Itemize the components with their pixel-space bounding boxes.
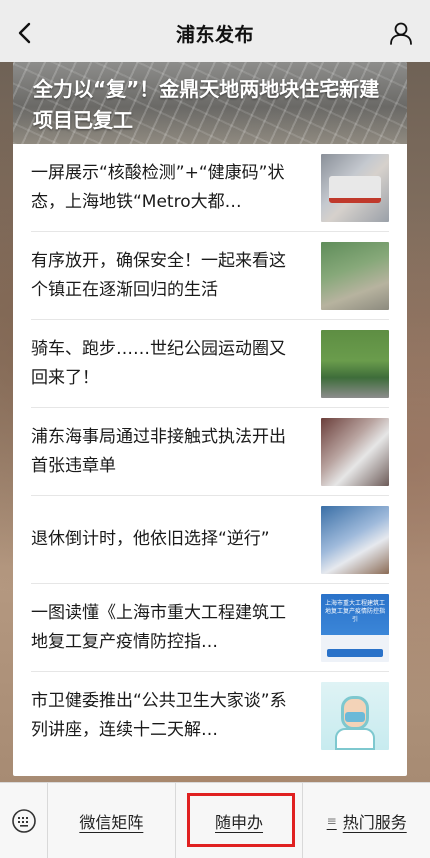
chevron-left-icon — [18, 22, 31, 44]
list-item[interactable]: 市卫健委推出“公共卫生大家谈”系列讲座，连续十二天解… — [31, 672, 389, 760]
menu-label: 随申办 — [215, 812, 264, 832]
face-mask — [345, 712, 365, 722]
keyboard-icon — [11, 808, 36, 833]
thumbnail-banner — [327, 648, 383, 657]
doctor-body — [335, 728, 375, 750]
menu-label: 微信矩阵 — [79, 812, 144, 832]
article-thumbnail — [321, 329, 389, 398]
menu-hot-services[interactable]: ≡ 热门服务 — [303, 783, 430, 858]
hero-title: 全力以“复”！金鼎天地两地块住宅新建项目已复工 — [33, 77, 380, 132]
hero-article[interactable]: 全力以“复”！金鼎天地两地块住宅新建项目已复工 — [13, 62, 407, 144]
page-title: 浦东发布 — [175, 23, 254, 46]
menu-weixin-matrix[interactable]: 微信矩阵 — [48, 782, 176, 858]
list-item[interactable]: 一图读懂《上海市重大工程建筑工地复工复产疫情防控指… 上海市重大工程建筑工地复工… — [31, 584, 389, 672]
list-item[interactable]: 有序放开，确保安全！一起来看这个镇正在逐渐回归的生活 — [31, 232, 389, 320]
article-thumbnail: 上海市重大工程建筑工地复工复产疫情防控指引 — [321, 593, 389, 662]
article-title: 市卫健委推出“公共卫生大家谈”系列讲座，连续十二天解… — [31, 691, 287, 740]
article-card: 全力以“复”！金鼎天地两地块住宅新建项目已复工 一屏展示“核酸检测”+“健康码”… — [13, 62, 407, 776]
article-title: 浦东海事局通过非接触式执法开出首张违章单 — [31, 426, 286, 476]
article-thumbnail — [321, 417, 389, 486]
list-item[interactable]: 骑车、跑步……世纪公园运动圈又回来了！ — [31, 320, 389, 408]
article-title: 有序放开，确保安全！一起来看这个镇正在逐渐回归的生活 — [31, 250, 286, 300]
article-title: 一屏展示“核酸检测”+“健康码”状态，上海地铁“Metro大都… — [31, 162, 285, 212]
article-thumbnail — [321, 505, 389, 574]
article-thumbnail — [321, 153, 389, 222]
article-title: 骑车、跑步……世纪公园运动圈又回来了！ — [31, 338, 286, 388]
menu-suishenban[interactable]: 随申办 — [176, 782, 304, 858]
person-icon — [390, 22, 412, 45]
keyboard-toggle-button[interactable] — [0, 782, 48, 858]
article-list: 一屏展示“核酸检测”+“健康码”状态，上海地铁“Metro大都… 有序放开，确保… — [13, 144, 407, 760]
article-thumbnail — [321, 682, 389, 750]
list-item[interactable]: 一屏展示“核酸检测”+“健康码”状态，上海地铁“Metro大都… — [31, 144, 389, 232]
back-button[interactable] — [10, 18, 40, 48]
article-title: 一图读懂《上海市重大工程建筑工地复工复产疫情防控指… — [31, 602, 286, 652]
menu-dots-icon: ≡ — [326, 813, 337, 828]
list-item[interactable]: 退休倒计时，他依旧选择“逆行” — [31, 496, 389, 584]
article-title: 退休倒计时，他依旧选择“逆行” — [31, 529, 270, 549]
article-thumbnail — [321, 241, 389, 310]
menu-label: 热门服务 — [342, 812, 407, 832]
profile-button[interactable] — [386, 18, 416, 48]
thumbnail-caption: 上海市重大工程建筑工地复工复产疫情防控指引 — [325, 599, 386, 623]
list-item[interactable]: 浦东海事局通过非接触式执法开出首张违章单 — [31, 408, 389, 496]
top-nav-bar: 浦东发布 — [0, 0, 430, 66]
bottom-menu-bar: 微信矩阵 随申办 ≡ 热门服务 — [0, 782, 430, 858]
